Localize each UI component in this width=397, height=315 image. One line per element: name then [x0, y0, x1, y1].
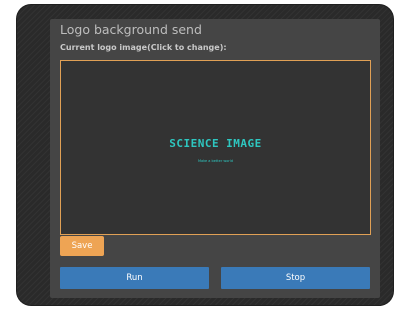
run-button[interactable]: Run [60, 267, 209, 289]
panel-title: Logo background send [60, 22, 202, 37]
logo-image-title: SCIENCE IMAGE [169, 137, 262, 150]
logo-image-picker[interactable]: SCIENCE IMAGE Make a better world [60, 60, 371, 235]
logo-image-label: Current logo image(Click to change): [60, 43, 227, 52]
stop-button[interactable]: Stop [221, 267, 370, 289]
save-button[interactable]: Save [60, 236, 104, 256]
logo-image-tagline: Make a better world [197, 159, 234, 163]
